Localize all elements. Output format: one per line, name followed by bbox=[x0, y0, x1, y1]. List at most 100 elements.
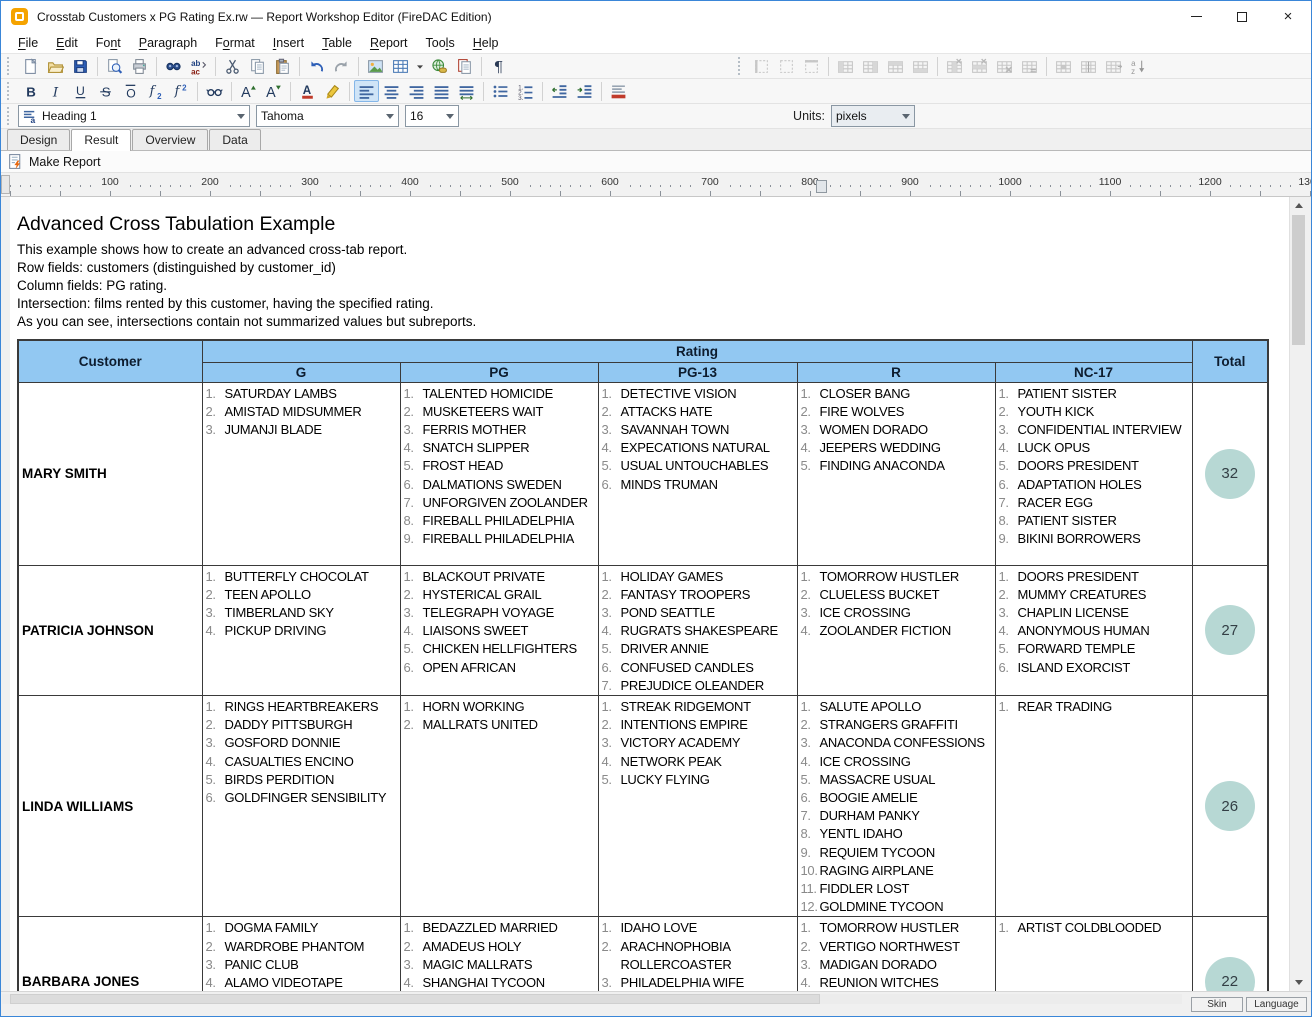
film-item: 3.WOMEN DORADO bbox=[801, 421, 993, 439]
font-size-combo[interactable]: 16 bbox=[405, 105, 459, 127]
indent-icon[interactable] bbox=[572, 80, 597, 102]
menu-font[interactable]: Font bbox=[87, 34, 130, 52]
save-file-icon[interactable] bbox=[68, 55, 93, 77]
paragraph-style-combo[interactable]: a Heading 1 bbox=[18, 105, 250, 127]
print-icon[interactable] bbox=[127, 55, 152, 77]
arrow-down-icon bbox=[1295, 980, 1303, 985]
menu-paragraph[interactable]: Paragraph bbox=[130, 34, 206, 52]
font-name-combo[interactable]: Tahoma bbox=[256, 105, 399, 127]
paste-icon[interactable] bbox=[270, 55, 295, 77]
delete-row-icon[interactable] bbox=[967, 55, 992, 77]
border-left-icon[interactable] bbox=[749, 55, 774, 77]
cell-properties-icon[interactable] bbox=[1017, 55, 1042, 77]
toolbar-grip[interactable] bbox=[738, 57, 744, 75]
menu-file[interactable]: File bbox=[9, 34, 47, 52]
print-preview-icon[interactable] bbox=[102, 55, 127, 77]
glasses-icon[interactable] bbox=[202, 80, 227, 102]
autofit-table-icon[interactable] bbox=[1101, 55, 1126, 77]
delete-column-icon[interactable] bbox=[942, 55, 967, 77]
toolbar-grip[interactable] bbox=[7, 107, 13, 125]
tab-overview[interactable]: Overview bbox=[132, 129, 208, 150]
menu-insert[interactable]: Insert bbox=[264, 34, 313, 52]
tab-design[interactable]: Design bbox=[7, 129, 70, 150]
table-dropdown-icon[interactable] bbox=[413, 55, 427, 77]
underline-icon[interactable]: U bbox=[68, 80, 93, 102]
sort-ascending-icon[interactable]: az bbox=[1126, 55, 1151, 77]
menu-help[interactable]: Help bbox=[464, 34, 508, 52]
scroll-down-button[interactable] bbox=[1290, 974, 1307, 991]
close-button[interactable]: × bbox=[1265, 1, 1311, 32]
find-icon[interactable] bbox=[161, 55, 186, 77]
fit-width-icon[interactable] bbox=[454, 80, 479, 102]
horizontal-scrollbar[interactable] bbox=[2, 994, 1182, 1004]
align-left-icon[interactable] bbox=[354, 80, 379, 102]
border-none-icon[interactable] bbox=[774, 55, 799, 77]
delete-table-icon[interactable] bbox=[992, 55, 1017, 77]
menu-format[interactable]: Format bbox=[206, 34, 264, 52]
insert-table-icon[interactable] bbox=[388, 55, 413, 77]
copy-document-icon[interactable] bbox=[452, 55, 477, 77]
split-cells-icon[interactable] bbox=[1076, 55, 1101, 77]
align-justify-icon[interactable] bbox=[429, 80, 454, 102]
numbered-list-icon[interactable]: 1.2.3. bbox=[513, 80, 538, 102]
document-page[interactable]: Advanced Cross Tabulation Example This e… bbox=[1, 197, 1289, 991]
menu-table[interactable]: Table bbox=[313, 34, 361, 52]
cut-icon[interactable] bbox=[220, 55, 245, 77]
toolbar-grip[interactable] bbox=[7, 57, 13, 75]
make-report-button[interactable]: Make Report bbox=[29, 155, 101, 169]
overline-icon[interactable]: O bbox=[118, 80, 143, 102]
ruler-marker[interactable] bbox=[816, 180, 827, 193]
redo-icon[interactable] bbox=[329, 55, 354, 77]
insert-row-below-icon[interactable] bbox=[908, 55, 933, 77]
vertical-scrollbar[interactable] bbox=[1289, 197, 1306, 991]
align-right-icon[interactable] bbox=[404, 80, 429, 102]
find-replace-icon[interactable]: abac bbox=[186, 55, 211, 77]
italic-icon[interactable]: I bbox=[43, 80, 68, 102]
horizontal-scroll-thumb[interactable] bbox=[10, 994, 820, 1004]
menu-tools[interactable]: Tools bbox=[417, 34, 464, 52]
insert-hyperlink-icon[interactable] bbox=[427, 55, 452, 77]
paragraph-color-icon[interactable] bbox=[606, 80, 631, 102]
shrink-font-icon[interactable]: A bbox=[261, 80, 286, 102]
intro-line: As you can see, intersections contain no… bbox=[17, 313, 1289, 331]
undo-icon[interactable] bbox=[304, 55, 329, 77]
bullet-list-icon[interactable] bbox=[488, 80, 513, 102]
film-item: 8.YENTL IDAHO bbox=[801, 825, 993, 843]
insert-column-left-icon[interactable] bbox=[833, 55, 858, 77]
vertical-scroll-thumb[interactable] bbox=[1292, 215, 1305, 345]
skin-button[interactable]: Skin bbox=[1191, 997, 1243, 1012]
units-combo[interactable]: pixels bbox=[831, 105, 915, 127]
superscript-icon[interactable]: f2 bbox=[168, 80, 193, 102]
highlight-icon[interactable] bbox=[320, 80, 345, 102]
insert-image-icon[interactable] bbox=[363, 55, 388, 77]
insert-column-right-icon[interactable] bbox=[858, 55, 883, 77]
insert-row-above-icon[interactable] bbox=[883, 55, 908, 77]
merge-cells-icon[interactable] bbox=[1051, 55, 1076, 77]
align-center-icon[interactable] bbox=[379, 80, 404, 102]
border-top-icon[interactable] bbox=[799, 55, 824, 77]
outdent-icon[interactable] bbox=[547, 80, 572, 102]
menu-edit[interactable]: Edit bbox=[47, 34, 87, 52]
subscript-icon[interactable]: f2 bbox=[143, 80, 168, 102]
scroll-up-button[interactable] bbox=[1290, 197, 1307, 214]
minimize-button[interactable] bbox=[1173, 1, 1219, 32]
grow-font-icon[interactable]: A bbox=[236, 80, 261, 102]
film-item: 9.REQUIEM TYCOON bbox=[801, 844, 993, 862]
strikethrough-icon[interactable]: S bbox=[93, 80, 118, 102]
maximize-button[interactable] bbox=[1219, 1, 1265, 32]
formatting-marks-icon[interactable]: ¶ bbox=[486, 55, 511, 77]
menu-report[interactable]: Report bbox=[361, 34, 417, 52]
toolbar-grip[interactable] bbox=[7, 82, 13, 100]
open-file-icon[interactable] bbox=[43, 55, 68, 77]
film-list-cell: 1.CLOSER BANG2.FIRE WOLVES3.WOMEN DORADO… bbox=[797, 382, 995, 565]
bold-icon[interactable]: B bbox=[18, 80, 43, 102]
film-item: 1.PATIENT SISTER bbox=[999, 385, 1190, 403]
copy-icon[interactable] bbox=[245, 55, 270, 77]
new-document-icon[interactable] bbox=[18, 55, 43, 77]
language-button[interactable]: Language bbox=[1246, 997, 1307, 1012]
film-item: 5.BIRDS PERDITION bbox=[206, 771, 398, 789]
film-item: 9.FIREBALL PHILADELPHIA bbox=[404, 530, 596, 548]
tab-result[interactable]: Result bbox=[71, 129, 131, 151]
tab-data[interactable]: Data bbox=[209, 129, 260, 150]
font-color-icon[interactable]: A bbox=[295, 80, 320, 102]
